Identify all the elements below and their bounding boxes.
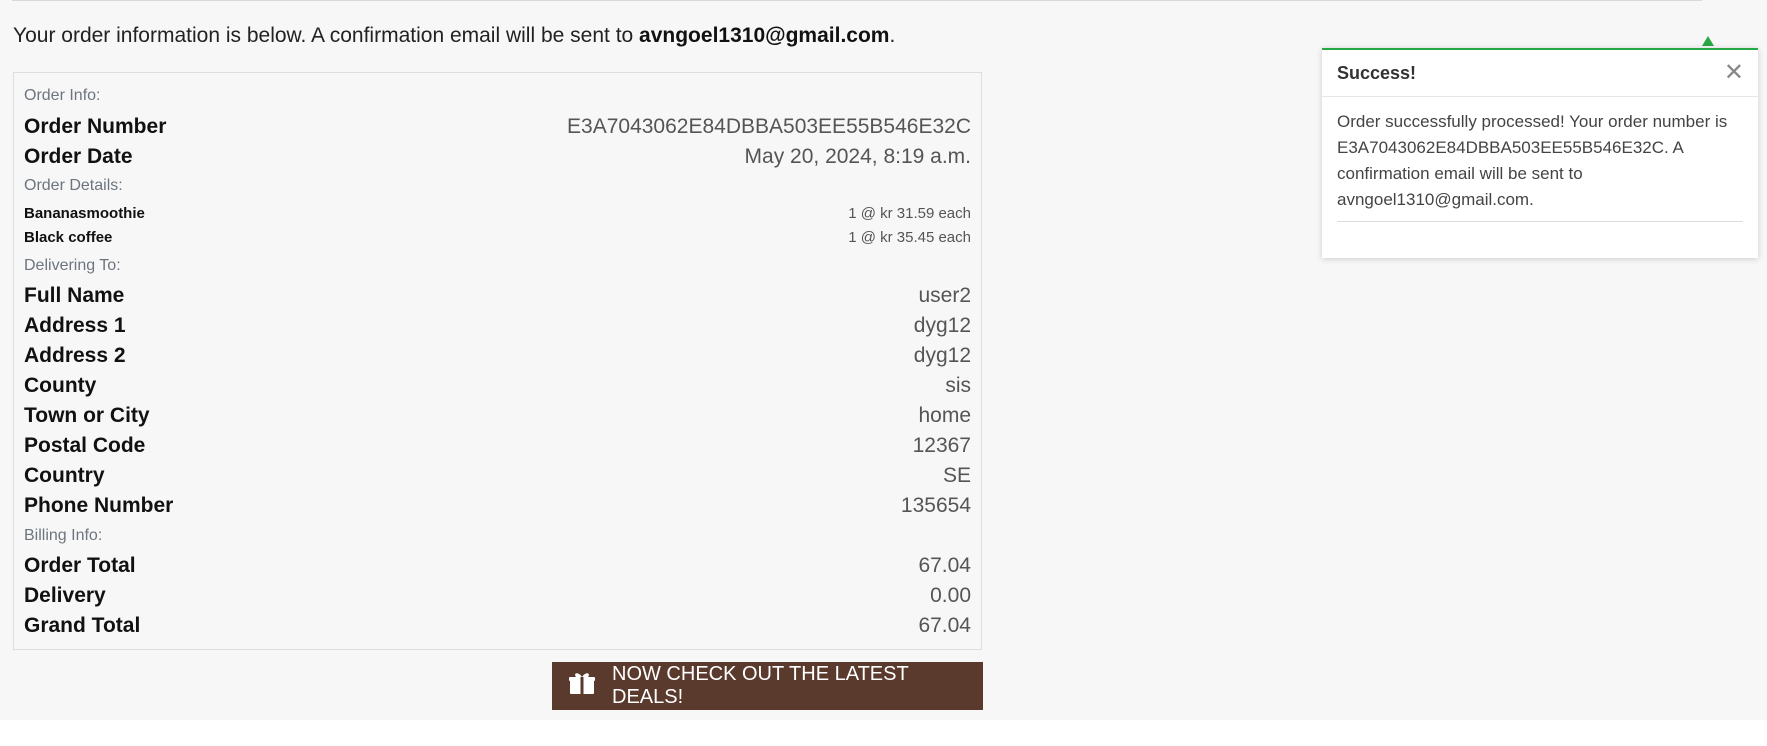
close-icon[interactable]: ✕ <box>1724 61 1744 85</box>
toast-divider <box>1337 221 1743 222</box>
billing-info-heading: Billing Info: <box>24 527 103 544</box>
order-item-name: Bananasmoothie <box>24 205 145 222</box>
order-number-row: Order Number E3A7043062E84DBBA503EE55B54… <box>24 115 971 139</box>
order-summary-panel: Order Info: Order Number E3A7043062E84DB… <box>13 72 982 650</box>
delivery-field-row: Country SE <box>24 464 971 488</box>
delivering-to-heading-row: Delivering To: <box>24 257 971 275</box>
order-details-heading: Order Details: <box>24 177 123 194</box>
gift-icon <box>568 671 596 701</box>
delivery-field-label: County <box>24 374 97 397</box>
billing-field-value: 67.04 <box>918 554 971 577</box>
delivery-field-row: Full Name user2 <box>24 284 971 308</box>
delivery-field-label: Address 2 <box>24 344 126 367</box>
delivering-to-heading: Delivering To: <box>24 257 121 274</box>
delivery-field-value: 12367 <box>912 434 971 457</box>
delivery-field-row: Address 1 dyg12 <box>24 314 971 338</box>
order-date-label: Order Date <box>24 145 133 168</box>
billing-field-label: Order Total <box>24 554 136 577</box>
delivery-field-label: Country <box>24 464 105 487</box>
order-item-qty-price: 1 @ kr 31.59 each <box>848 205 971 222</box>
delivery-field-row: Postal Code 12367 <box>24 434 971 458</box>
order-number-label: Order Number <box>24 115 167 138</box>
toast-header: Success! ✕ <box>1322 50 1758 97</box>
intro-trailing: . <box>889 24 896 47</box>
delivery-field-value: SE <box>942 464 971 487</box>
top-divider <box>12 0 1702 1</box>
billing-field-value: 0.00 <box>930 584 971 607</box>
order-date-row: Order Date May 20, 2024, 8:19 a.m. <box>24 145 971 169</box>
order-item-row: Black coffee 1 @ kr 35.45 each <box>24 229 971 246</box>
billing-field-row: Grand Total 67.04 <box>24 614 971 638</box>
intro-sentence: Your order information is below. A confi… <box>13 24 640 47</box>
billing-field-row: Order Total 67.04 <box>24 554 971 578</box>
delivery-field-row: County sis <box>24 374 971 398</box>
delivery-field-value: 135654 <box>900 494 971 517</box>
delivery-field-row: Town or City home <box>24 404 971 428</box>
delivery-field-value: dyg12 <box>913 314 971 337</box>
latest-deals-button[interactable]: NOW CHECK OUT THE LATEST DEALS! <box>552 662 983 710</box>
order-date-value: May 20, 2024, 8:19 a.m. <box>744 145 971 168</box>
billing-field-label: Delivery <box>24 584 106 607</box>
delivery-field-value: sis <box>945 374 971 397</box>
success-toast: Success! ✕ Order successfully processed!… <box>1322 48 1758 258</box>
delivery-field-label: Town or City <box>24 404 150 427</box>
delivery-field-label: Phone Number <box>24 494 174 517</box>
order-item-name: Black coffee <box>24 229 113 246</box>
billing-info-heading-row: Billing Info: <box>24 527 971 545</box>
billing-field-row: Delivery 0.00 <box>24 584 971 608</box>
delivery-field-value: user2 <box>918 284 971 307</box>
order-item-row: Bananasmoothie 1 @ kr 31.59 each <box>24 205 971 222</box>
delivery-field-value: home <box>918 404 971 427</box>
billing-field-value: 67.04 <box>918 614 971 637</box>
order-item-qty-price: 1 @ kr 35.45 each <box>848 229 971 246</box>
delivery-field-label: Postal Code <box>24 434 146 457</box>
order-info-heading: Order Info: <box>24 87 101 104</box>
delivery-field-row: Phone Number 135654 <box>24 494 971 518</box>
delivery-field-value: dyg12 <box>913 344 971 367</box>
order-intro-text: Your order information is below. A confi… <box>13 24 895 48</box>
order-number-value: E3A7043062E84DBBA503EE55B546E32C <box>567 115 971 138</box>
order-details-heading-row: Order Details: <box>24 177 971 195</box>
toast-arrow <box>1702 36 1714 46</box>
delivery-field-label: Address 1 <box>24 314 126 337</box>
order-info-heading-row: Order Info: <box>24 87 971 105</box>
toast-message: Order successfully processed! Your order… <box>1337 112 1728 209</box>
toast-title: Success! <box>1337 62 1417 83</box>
delivery-field-row: Address 2 dyg12 <box>24 344 971 368</box>
intro-email: avngoel1310@gmail.com <box>639 24 890 47</box>
billing-field-label: Grand Total <box>24 614 141 637</box>
delivery-field-label: Full Name <box>24 284 125 307</box>
latest-deals-label: NOW CHECK OUT THE LATEST DEALS! <box>612 663 909 708</box>
